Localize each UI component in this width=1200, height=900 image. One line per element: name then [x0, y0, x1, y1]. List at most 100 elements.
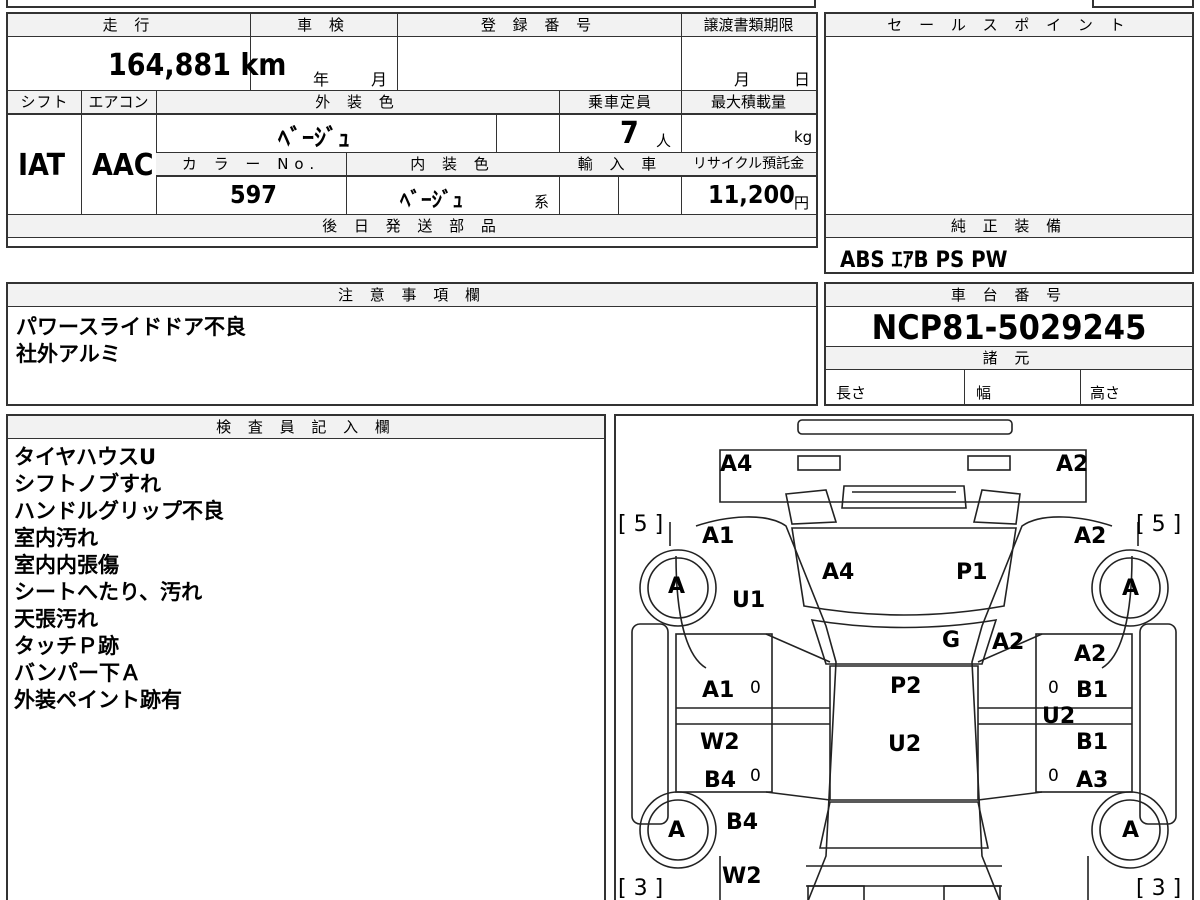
damage-label: B1 — [1076, 730, 1109, 755]
caution-box: 注 意 事 項 欄 パワースライドドア不良 社外アルミ — [6, 282, 818, 406]
front-panel-outline — [719, 449, 1087, 503]
damage-label: B4 — [704, 768, 737, 793]
inspector-header: 検 査 員 記 入 欄 — [8, 416, 604, 439]
inspector-line: バンパー下Ａ — [14, 661, 142, 685]
inspector-line: シフトノブすれ — [14, 472, 161, 496]
damage-label: W2 — [700, 730, 740, 755]
top-cut-row — [6, 0, 816, 8]
inspector-line: 室内内張傷 — [14, 553, 119, 577]
inspector-line: 天張汚れ — [14, 607, 98, 631]
genuine-equipment-header: 純 正 装 備 — [826, 215, 1192, 238]
damage-label: A4 — [720, 452, 753, 477]
damage-label: B4 — [726, 810, 759, 835]
color-no-value: 597 — [230, 180, 277, 209]
spec-width-label: 幅 — [976, 384, 992, 402]
capacity-unit: 人 — [656, 132, 672, 150]
genuine-equipment-value: ABS ｴｱB PS PW — [840, 248, 1008, 273]
headlight-right — [967, 455, 1011, 471]
damage-label: W2 — [722, 864, 762, 889]
inspector-line: 外装ペイント跡有 — [14, 688, 182, 712]
damage-label: A1 — [702, 678, 735, 703]
max-load-unit: kg — [794, 128, 813, 146]
aircon-value: AAC — [92, 148, 154, 183]
damage-label: A3 — [1076, 768, 1109, 793]
damage-label: P2 — [890, 674, 922, 699]
damage-label: G — [942, 628, 961, 653]
inspector-line: 室内汚れ — [14, 526, 98, 550]
specs-header: 諸 元 — [826, 347, 1192, 370]
shift-value: IAT — [18, 148, 66, 183]
deadline-day-unit: 日 — [794, 70, 811, 89]
aircon-header: エアコン — [81, 91, 156, 114]
left-rocker — [631, 623, 669, 825]
later-parts-header: 後 日 発 送 部 品 — [8, 215, 816, 238]
capacity-header: 乗車定員 — [559, 91, 681, 114]
damage-diagram-box: A A A A [ 5 ] [ 5 ] [ 3 ] [ 3 ] A4 A2 A1… — [614, 414, 1194, 900]
spec-height-label: 高さ — [1090, 384, 1121, 402]
tire-right-rear: [ 3 ] — [1136, 876, 1182, 900]
chassis-header: 車 台 番 号 — [826, 284, 1192, 307]
damage-label: B1 — [1076, 678, 1109, 703]
damage-label: A2 — [1056, 452, 1089, 477]
mileage-value: 164,881 km — [108, 48, 287, 83]
shaken-year-unit: 年 — [313, 70, 330, 89]
damage-label: U1 — [732, 588, 766, 613]
shift-header: シフト — [8, 91, 81, 114]
caution-line: パワースライドドア不良 — [16, 315, 246, 339]
recycle-unit: 円 — [794, 194, 810, 212]
tire-left-front: [ 5 ] — [618, 512, 664, 537]
zero-mark: 0 — [1048, 766, 1059, 786]
registration-header: 登 録 番 号 — [397, 14, 681, 37]
wheel-mark-rr: A — [1122, 818, 1140, 843]
inspector-line: ハンドルグリップ不良 — [14, 499, 224, 523]
windshield-outline — [810, 618, 998, 665]
inspector-box: 検 査 員 記 入 欄 タイヤハウスU シフトノブすれ ハンドルグリップ不良 室… — [6, 414, 606, 900]
zero-mark: 0 — [750, 678, 761, 698]
tire-right-front: [ 5 ] — [1136, 512, 1182, 537]
zero-mark: 0 — [1048, 678, 1059, 698]
damage-label: A1 — [702, 524, 735, 549]
damage-label: A4 — [822, 560, 855, 585]
import-header: 輸 入 車 — [559, 153, 681, 176]
caution-header: 注 意 事 項 欄 — [8, 284, 816, 307]
wheel-mark-rf: A — [1122, 576, 1140, 601]
top-cut-row-right — [1092, 0, 1194, 8]
max-load-header: 最大積載量 — [681, 91, 816, 114]
inspector-line: タッチＰ跡 — [14, 634, 119, 658]
wheel-mark-lr: A — [668, 818, 686, 843]
sale-points-header: セ ー ル ス ポ イ ン ト — [826, 14, 1192, 37]
front-bumper-outline — [797, 419, 1013, 435]
exterior-color-header: 外 装 色 — [156, 91, 559, 114]
damage-label: A2 — [992, 630, 1025, 655]
right-rocker — [1139, 623, 1177, 825]
recycle-value: 11,200 — [708, 180, 795, 209]
shaken-month-unit: 月 — [371, 70, 388, 89]
damage-label: U2 — [1042, 704, 1076, 729]
recycle-header: リサイクル預託金 — [681, 153, 816, 176]
capacity-value: 7 — [620, 116, 639, 151]
interior-color-suffix: 系 — [534, 193, 550, 211]
wheel-mark-lf: A — [668, 574, 686, 599]
damage-label: U2 — [888, 732, 922, 757]
interior-color-value: ﾍﾞｰｼﾞｭ — [400, 188, 463, 212]
tire-left-rear: [ 3 ] — [618, 876, 664, 900]
exterior-color-value: ﾍﾞｰｼﾞｭ — [278, 124, 350, 152]
caution-line: 社外アルミ — [16, 342, 121, 366]
shaken-header: 車 検 — [250, 14, 397, 37]
color-no-header: カ ラ ー No. — [156, 153, 346, 176]
transfer-deadline-header: 譲渡書類期限 — [681, 14, 816, 37]
sale-points-box: セ ー ル ス ポ イ ン ト 純 正 装 備 ABS ｴｱB PS PW — [824, 12, 1194, 274]
interior-color-header: 内 装 色 — [346, 153, 559, 176]
inspector-line: タイヤハウスU — [14, 445, 157, 469]
chassis-box: 車 台 番 号 NCP81-5029245 諸 元 長さ 幅 高さ — [824, 282, 1194, 406]
headlight-left — [797, 455, 841, 471]
zero-mark: 0 — [750, 766, 761, 786]
inspector-line: シートへたり、汚れ — [14, 580, 203, 604]
damage-label: P1 — [956, 560, 988, 585]
damage-label: A2 — [1074, 642, 1107, 667]
vehicle-info-table: 走 行 車 検 登 録 番 号 譲渡書類期限 164,881 km 年 月 月 … — [6, 12, 818, 248]
mileage-header: 走 行 — [8, 14, 250, 37]
deadline-month-unit: 月 — [734, 70, 751, 89]
damage-label: A2 — [1074, 524, 1107, 549]
chassis-number: NCP81-5029245 — [871, 308, 1147, 348]
